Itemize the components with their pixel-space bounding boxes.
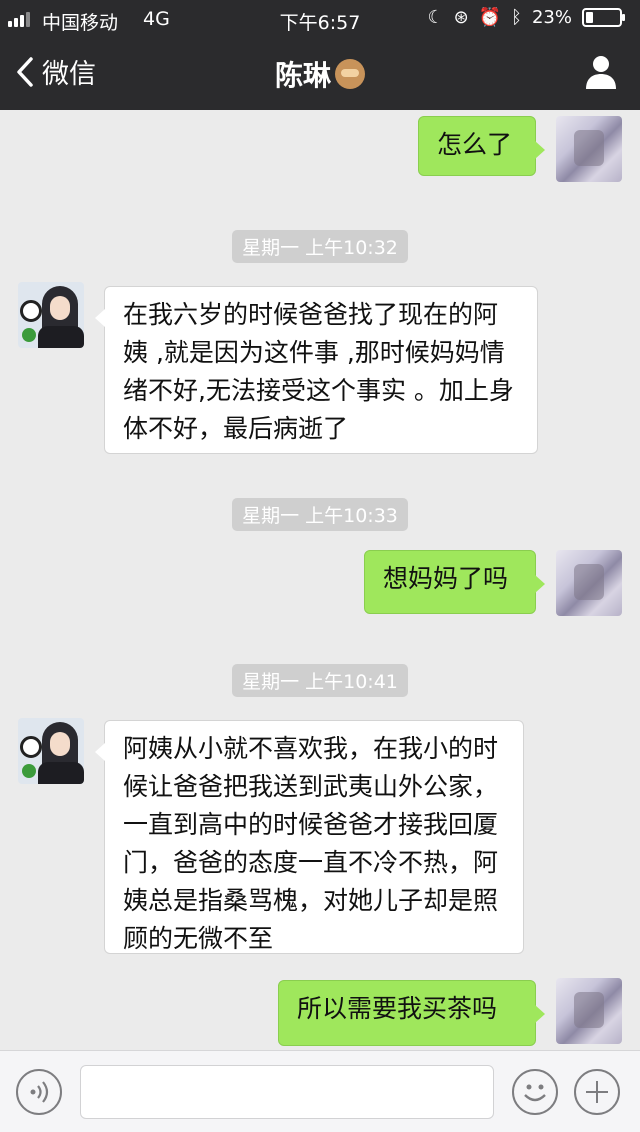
my-avatar[interactable] xyxy=(556,550,622,616)
top-bar: 中国移动 4G 下午6:57 ☾ ⊛ ⏰ ᛒ 23% 微信 陈琳 xyxy=(0,0,640,110)
timestamp-label: 星期一 上午10:32 xyxy=(232,230,408,263)
timestamp: 星期一 上午10:32 xyxy=(0,230,640,263)
contact-avatar[interactable] xyxy=(18,718,84,784)
status-icons: ☾ ⊛ ⏰ ᛒ 23% xyxy=(427,7,625,28)
moon-icon: ☾ xyxy=(427,7,444,28)
alarm-icon: ⏰ xyxy=(478,7,502,28)
my-avatar[interactable] xyxy=(556,116,622,182)
bluetooth-icon: ᛒ xyxy=(511,7,522,28)
chat-title: 陈琳 xyxy=(0,54,640,94)
battery-percent: 23% xyxy=(531,7,572,28)
timestamp-label: 星期一 上午10:33 xyxy=(232,498,408,531)
contact-name: 陈琳 xyxy=(274,59,331,92)
battery-icon xyxy=(582,8,625,27)
status-bar: 中国移动 4G 下午6:57 ☾ ⊛ ⏰ ᛒ 23% xyxy=(0,0,640,38)
smiley-icon xyxy=(524,1084,546,1102)
message-bubble-out[interactable]: 怎么了 xyxy=(418,116,545,176)
profile-icon[interactable] xyxy=(584,54,618,90)
message-input-field[interactable] xyxy=(80,1065,494,1119)
emoji-button[interactable] xyxy=(512,1069,558,1115)
voice-icon xyxy=(30,1081,49,1103)
input-bar xyxy=(0,1050,640,1132)
more-options-button[interactable] xyxy=(574,1069,620,1115)
timestamp: 星期一 上午10:33 xyxy=(0,498,640,531)
chat-area[interactable]: 怎么了 星期一 上午10:32 在我六岁的时候爸爸找了现在的阿姨 ,就是因为这件… xyxy=(0,110,640,1050)
message-bubble-out[interactable]: 所以需要我买茶吗 xyxy=(278,980,545,1046)
my-avatar[interactable] xyxy=(556,978,622,1044)
voice-button[interactable] xyxy=(16,1069,62,1115)
timestamp-label: 星期一 上午10:41 xyxy=(232,664,408,697)
message-bubble-in[interactable]: 阿姨从小就不喜欢我，在我小的时候让爸爸把我送到武夷山外公家，一直到高中的时候爸爸… xyxy=(95,720,524,954)
timestamp: 星期一 上午10:41 xyxy=(0,664,640,697)
message-bubble-in[interactable]: 在我六岁的时候爸爸找了现在的阿姨 ,就是因为这件事 ,那时候妈妈情绪不好,无法接… xyxy=(95,286,538,454)
monkey-emoji-icon xyxy=(335,59,365,89)
contact-avatar[interactable] xyxy=(18,282,84,348)
message-bubble-out[interactable]: 想妈妈了吗 xyxy=(364,550,545,614)
rotation-lock-icon: ⊛ xyxy=(453,7,469,28)
message-input[interactable] xyxy=(81,1066,493,1118)
nav-bar: 微信 陈琳 xyxy=(0,38,640,110)
